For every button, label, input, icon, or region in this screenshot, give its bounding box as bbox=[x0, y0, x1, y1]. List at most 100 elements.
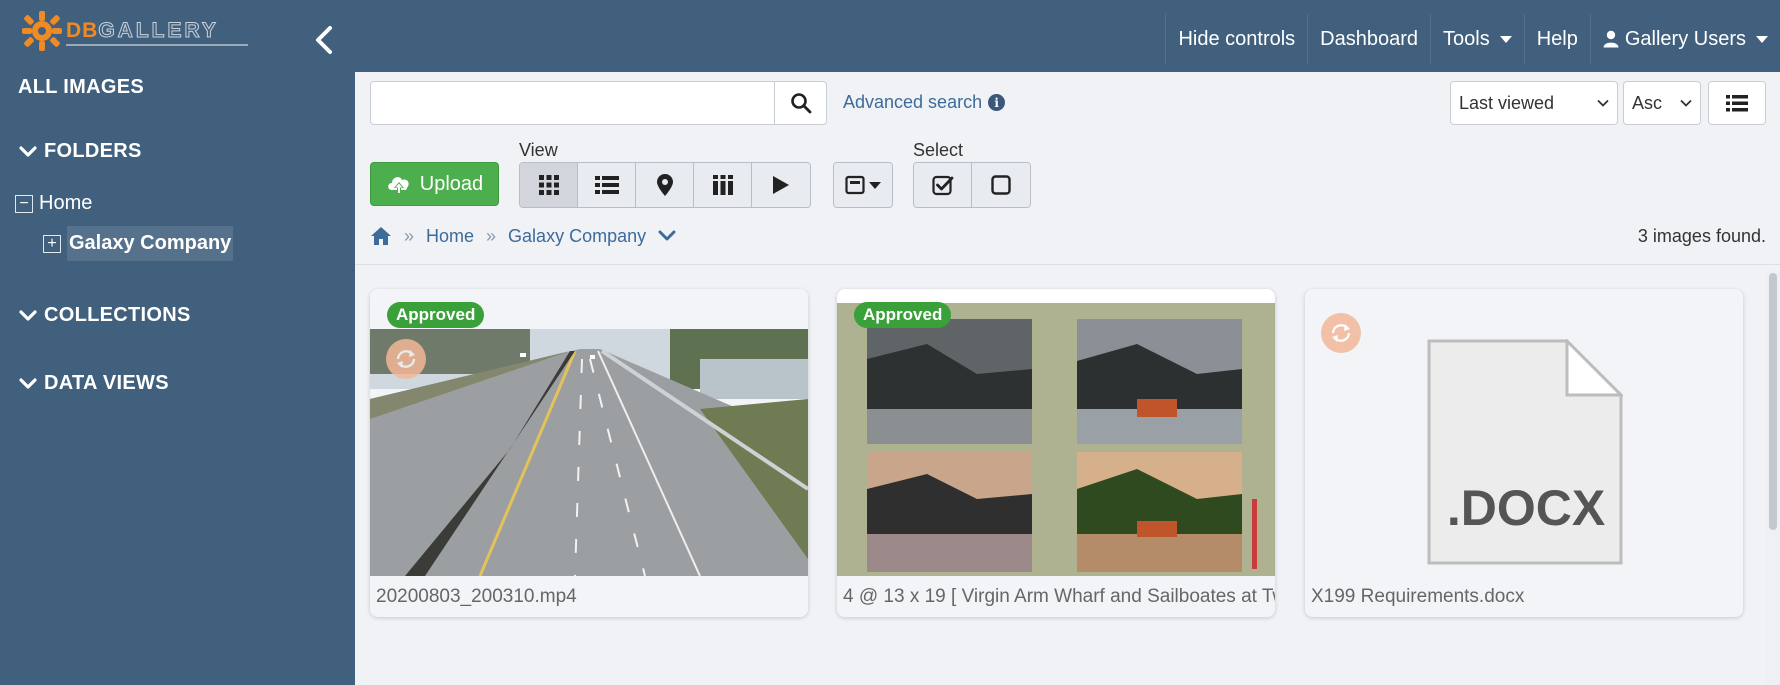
collections-section-toggle[interactable]: COLLECTIONS bbox=[18, 304, 191, 327]
columns-view-button[interactable] bbox=[694, 163, 752, 207]
hide-controls-link[interactable]: Hide controls bbox=[1165, 14, 1307, 64]
sailboats-thumbnail-image bbox=[837, 303, 1275, 576]
caret-down-icon bbox=[1499, 35, 1512, 43]
list-options-button[interactable] bbox=[1708, 81, 1766, 125]
logo-gallery: GALLERY bbox=[98, 19, 219, 43]
folders-section-toggle[interactable]: FOLDERS bbox=[18, 140, 142, 163]
data-views-label: DATA VIEWS bbox=[44, 372, 169, 394]
chevron-down-icon bbox=[1597, 99, 1609, 107]
map-marker-icon bbox=[656, 174, 673, 196]
search-button[interactable] bbox=[774, 81, 827, 125]
document-thumbnail[interactable]: .DOCX bbox=[1305, 289, 1743, 576]
user-icon bbox=[1603, 30, 1619, 48]
view-label: View bbox=[519, 140, 558, 160]
chevron-down-icon bbox=[19, 145, 37, 157]
tree-item-galaxy-company[interactable]: + Galaxy Company bbox=[43, 226, 234, 261]
caret-down-icon bbox=[1756, 35, 1768, 43]
breadcrumb-current[interactable]: Galaxy Company bbox=[508, 226, 646, 247]
sort-order-value: Asc bbox=[1632, 92, 1663, 113]
asset-caption: 20200803_200310.mp4 bbox=[370, 576, 808, 617]
upload-label: Upload bbox=[419, 172, 484, 195]
all-images-link[interactable]: ALL IMAGES bbox=[18, 76, 144, 99]
select-none-button[interactable] bbox=[972, 163, 1030, 207]
top-nav: Hide controls Dashboard Tools Help Galle… bbox=[1165, 14, 1780, 64]
image-thumbnail[interactable]: Approved bbox=[837, 289, 1275, 576]
expand-node-icon[interactable]: + bbox=[43, 234, 61, 253]
help-link[interactable]: Help bbox=[1523, 14, 1590, 64]
folders-label: FOLDERS bbox=[44, 140, 142, 162]
breadcrumb-separator-icon: » bbox=[404, 225, 415, 246]
logo-text: DBGALLERY bbox=[66, 19, 219, 43]
toolbar-divider bbox=[355, 264, 1780, 265]
app-logo[interactable]: DBGALLERY bbox=[20, 8, 248, 54]
caret-down-icon bbox=[869, 181, 881, 189]
tree-label-home: Home bbox=[39, 192, 93, 214]
sort-field-value: Last viewed bbox=[1459, 92, 1555, 113]
user-label: Gallery Users bbox=[1624, 27, 1746, 50]
collapse-node-icon[interactable]: − bbox=[15, 194, 33, 213]
asset-caption: 4 @ 13 x 19 [ Virgin Arm Wharf and Sailb… bbox=[837, 576, 1275, 617]
view-mode-group bbox=[519, 162, 811, 208]
columns-icon bbox=[712, 175, 733, 195]
breadcrumb-separator-icon: » bbox=[486, 225, 497, 246]
advanced-search-label: Advanced search bbox=[843, 92, 983, 112]
tree-item-home[interactable]: − Home bbox=[15, 192, 92, 215]
list-icon bbox=[594, 176, 619, 194]
logo-gear-icon bbox=[22, 11, 62, 51]
chevron-down-icon[interactable] bbox=[658, 229, 676, 243]
grid-view-button[interactable] bbox=[520, 163, 578, 207]
chevron-down-icon bbox=[19, 377, 37, 389]
asset-card-document[interactable]: .DOCX X199 Requirements.docx bbox=[1305, 289, 1743, 617]
tree-label-galaxy-company: Galaxy Company bbox=[67, 226, 234, 261]
search-input[interactable] bbox=[370, 81, 775, 125]
tools-menu[interactable]: Tools bbox=[1430, 14, 1524, 64]
display-options-dropdown[interactable] bbox=[834, 163, 892, 207]
sort-field-select[interactable]: Last viewed bbox=[1450, 81, 1618, 125]
search-icon bbox=[790, 93, 811, 114]
upload-button[interactable]: Upload bbox=[370, 162, 499, 206]
asset-card-video[interactable]: Approved 20200803_200310.mp4 bbox=[370, 289, 808, 617]
card-icon bbox=[845, 175, 865, 195]
home-icon[interactable] bbox=[370, 226, 392, 246]
collapse-sidebar-icon[interactable] bbox=[306, 20, 340, 60]
sync-icon[interactable] bbox=[386, 339, 426, 379]
sync-icon[interactable] bbox=[1321, 313, 1361, 353]
select-all-button[interactable] bbox=[914, 163, 972, 207]
advanced-search-link[interactable]: Advanced search i bbox=[843, 92, 1006, 113]
user-menu[interactable]: Gallery Users bbox=[1589, 14, 1780, 64]
list-view-button[interactable] bbox=[578, 163, 636, 207]
asset-card-image[interactable]: Approved 4 @ 13 x 19 [ Virgin Arm Wharf … bbox=[837, 289, 1275, 617]
sidebar: DBGALLERY ALL IMAGES FOLDERS − Home + Ga… bbox=[0, 0, 355, 685]
results-count: 3 images found. bbox=[1637, 226, 1766, 246]
chevron-down-icon bbox=[19, 309, 37, 321]
scrollbar-thumb[interactable] bbox=[1769, 273, 1777, 530]
breadcrumb: » Home » Galaxy Company bbox=[370, 224, 676, 248]
play-icon bbox=[773, 176, 789, 194]
breadcrumb-home[interactable]: Home bbox=[426, 226, 474, 247]
video-thumbnail[interactable]: Approved bbox=[370, 289, 808, 577]
grid-icon bbox=[538, 175, 559, 195]
top-navbar: Hide controls Dashboard Tools Help Galle… bbox=[355, 0, 1780, 72]
map-view-button[interactable] bbox=[636, 163, 694, 207]
tools-label: Tools bbox=[1443, 27, 1490, 50]
logo-underline bbox=[66, 44, 248, 46]
slideshow-view-button[interactable] bbox=[752, 163, 810, 207]
collections-label: COLLECTIONS bbox=[44, 304, 191, 326]
asset-caption: X199 Requirements.docx bbox=[1305, 576, 1743, 617]
checkbox-empty-icon bbox=[991, 175, 1011, 195]
scrollbar[interactable] bbox=[1766, 271, 1780, 685]
select-label: Select bbox=[913, 140, 964, 160]
approved-badge: Approved bbox=[854, 302, 952, 328]
sort-order-select[interactable]: Asc bbox=[1623, 81, 1701, 125]
highway-thumbnail-image bbox=[370, 289, 808, 577]
select-group bbox=[913, 162, 1031, 208]
data-views-section-toggle[interactable]: DATA VIEWS bbox=[18, 372, 169, 395]
chevron-down-icon bbox=[1680, 99, 1692, 107]
info-icon: i bbox=[988, 94, 1006, 111]
list-icon bbox=[1726, 95, 1748, 112]
dashboard-link[interactable]: Dashboard bbox=[1307, 14, 1430, 64]
display-options-group bbox=[833, 162, 893, 208]
checkbox-checked-icon bbox=[931, 175, 953, 196]
logo-db: DB bbox=[66, 19, 99, 42]
cloud-upload-icon bbox=[388, 177, 409, 194]
